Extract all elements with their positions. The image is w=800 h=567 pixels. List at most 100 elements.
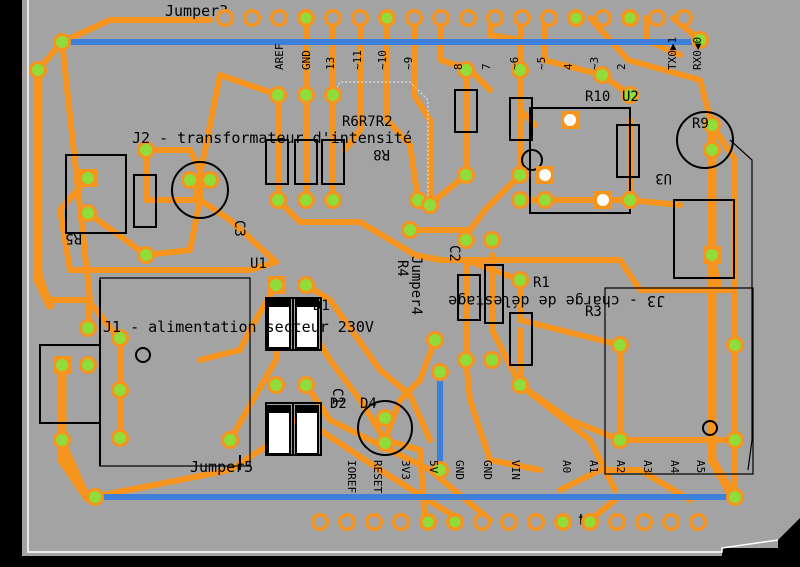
header-pin-hole [408,12,420,24]
pad-hole [114,384,126,396]
pad-hole [82,207,94,219]
pad-hole [729,339,741,351]
header-top-label: 7 [480,63,493,70]
header-pin-hole [665,516,677,528]
pad-hole [89,491,101,503]
header-top-label: AREF [273,44,286,71]
header-pin-hole [678,12,690,24]
header-bottom-label: A3 [641,460,654,473]
label-r4: R4 [394,260,410,277]
pad-hole [706,144,718,156]
header-pin-hole [314,516,326,528]
label-r10: R10 [585,89,610,105]
header-bottom-label: GND [453,460,466,480]
pad-hole [486,234,498,246]
header-pin-hole [530,516,542,528]
pad-hole [729,434,741,446]
header-pin-hole [489,12,501,24]
header-pin-hole [449,516,461,528]
pad-hole [379,412,391,424]
header-pin-hole [354,12,366,24]
label-c2: C2 [446,245,462,262]
label-d4: D4 [360,396,377,412]
header-pin-hole [381,12,393,24]
pad-hole [300,194,312,206]
header-pin-hole [638,516,650,528]
pad-hole [300,279,312,291]
pad-hole [270,379,282,391]
header-bottom-label: VIN [509,460,522,480]
label-r5: R5 [65,230,82,246]
label-r9: R9 [692,116,709,132]
header-bottom-label: A1 [587,460,600,473]
pad-hole [460,354,472,366]
pad-hole [514,194,526,206]
header-bottom-label: 3V3 [399,460,412,480]
label-r6r7r2: R6R7R2 [342,114,393,130]
header-pin-hole [368,516,380,528]
header-pin-hole [422,516,434,528]
header-bottom-label: RESET [371,460,384,493]
header-pin-hole [543,12,555,24]
header-pin-hole [611,516,623,528]
header-top-label: RX0◀0 [691,37,704,70]
pad-hole [300,379,312,391]
header-pin-hole [462,12,474,24]
pad-hole [514,169,526,181]
pad-hole [272,89,284,101]
pad-hole [270,279,282,291]
header-pin-hole [624,12,636,24]
header-bottom-label: A2 [614,460,627,473]
pad-hole [224,434,236,446]
header-top-label: 4 [562,63,575,70]
header-top-label: ~3 [588,57,601,70]
header-bottom-label: A5 [694,460,707,473]
pad-hole [729,491,741,503]
header-bottom [311,513,707,531]
pad-hole [204,174,216,186]
pad-hole [539,169,551,181]
pad-hole [327,194,339,206]
header-pin-hole [435,12,447,24]
label-d1: D1 [313,298,330,314]
pad-hole [32,64,44,76]
label-j3: J3 - charge de délestage [448,292,665,310]
header-pin-hole [395,516,407,528]
label-u1: U1 [250,256,267,272]
label-u3: U3 [655,170,672,186]
pad-hole [300,89,312,101]
header-bottom-label: IOREF [345,460,358,493]
header-pin-hole [597,12,609,24]
header-top-label: 2 [615,63,628,70]
header-top-label: ~9 [402,57,415,70]
label-r1: R1 [533,275,550,291]
pad-hole [424,199,436,211]
label-u2: U2 [622,89,639,105]
header-top-label: ~6 [508,57,521,70]
pad-hole [327,89,339,101]
pad-hole [514,274,526,286]
label-j1: J1 - alimentation secteur 230V [103,318,374,336]
pad-hole [614,339,626,351]
pcb-layout-view: Jumper3 J2 - transformateur d'intensité R5… [0,0,800,563]
header-pin-hole [476,516,488,528]
header-top-label: TX0▶1 [666,37,679,70]
pad-hole [460,169,472,181]
header-bottom-label: 5V [427,460,440,474]
header-pin-hole [246,12,258,24]
pad-hole [539,194,551,206]
header-pin-hole [584,516,596,528]
pad-hole [404,224,416,236]
pad-hole [114,432,126,444]
pad-hole [429,334,441,346]
pad-hole [56,434,68,446]
header-pin-hole [570,12,582,24]
header-pin-hole [327,12,339,24]
header-top-label: ~10 [376,50,389,70]
header-pin-hole [692,516,704,528]
header-bottom-label: GND [481,460,494,480]
label-r8: R8 [373,146,390,162]
pad-hole [184,174,196,186]
header-pin-hole [557,516,569,528]
header-pin-hole [341,516,353,528]
